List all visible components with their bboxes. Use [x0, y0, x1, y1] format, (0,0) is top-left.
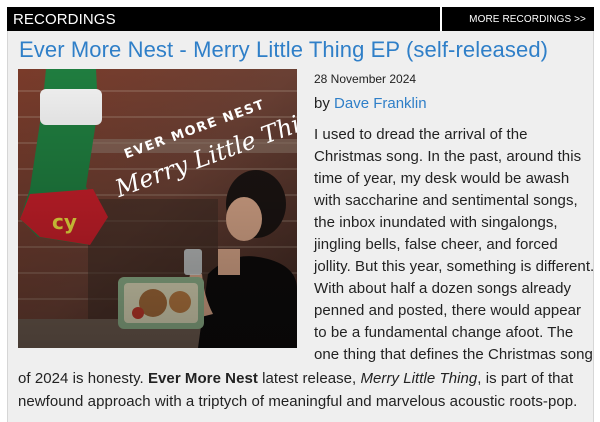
band-name-bold: Ever More Nest [147, 370, 258, 387]
section-header: RECORDINGS MORE RECORDINGS >> [7, 7, 594, 31]
body-line: to be a fundamental change afoot. The [314, 324, 574, 341]
body-line: time of year, my desk would be awash [314, 170, 570, 187]
album-name-italic: Merry Little Thing [360, 370, 478, 387]
body-line: of 2024 is honesty. Ever More Nest lates… [18, 370, 573, 387]
body-line: I used to dread the arrival of the [314, 126, 528, 143]
author-link[interactable]: Dave Franklin [334, 95, 427, 112]
body-line: one thing that defines the Christmas son… [314, 346, 593, 363]
body-line: the inbox inundated with singalongs, [314, 214, 558, 231]
section-title: RECORDINGS [13, 10, 116, 28]
album-cover-art: cy EVER MORE NEST Merry Little Thing [18, 69, 297, 348]
body-line: newfound approach with a triptych of mea… [18, 393, 578, 410]
byline: by Dave Franklin [314, 95, 427, 112]
article-title[interactable]: Ever More Nest - Merry Little Thing EP (… [19, 37, 548, 63]
article-date: 28 November 2024 [314, 72, 417, 86]
body-line: jollity. But this year, something is dif… [314, 258, 595, 275]
body-text: latest release, [257, 370, 361, 387]
body-line: penned and posted, there would appear [314, 302, 582, 319]
body-text: of 2024 is honesty. [18, 370, 148, 387]
body-text: , is part of that [477, 370, 574, 387]
byline-prefix: by [314, 95, 330, 112]
body-line: With about half a dozen songs already [314, 280, 572, 297]
body-line: with saccharine and sentimental songs, [314, 192, 578, 209]
body-line: Christmas song. In the past, around this [314, 148, 582, 165]
more-recordings-link[interactable]: MORE RECORDINGS >> [442, 14, 594, 25]
album-cover-image: cy EVER MORE NEST Merry Little Thing [18, 69, 297, 348]
body-line: jingling bells, false cheer, and forced [314, 236, 558, 253]
